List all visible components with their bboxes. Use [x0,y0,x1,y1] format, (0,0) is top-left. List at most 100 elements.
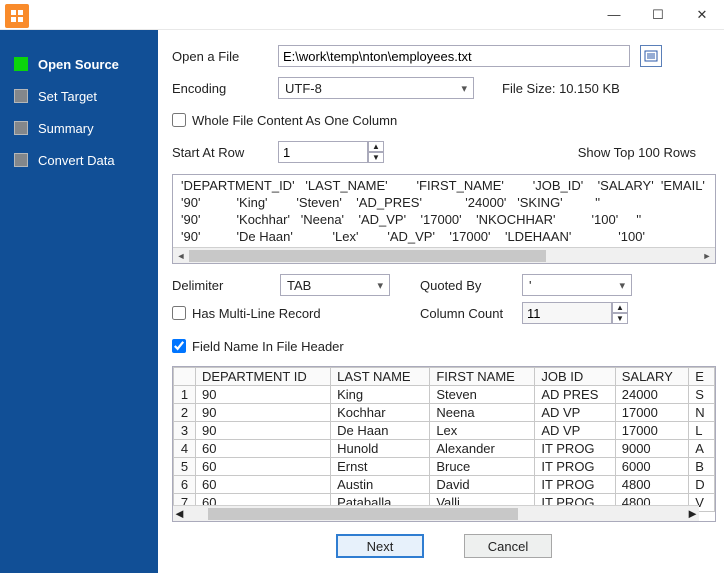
spin-down-button[interactable]: ▼ [368,152,384,163]
column-header[interactable]: JOB ID [535,368,615,386]
step-label: Open Source [38,57,119,72]
table-cell: Neena [430,404,535,422]
table-cell: L [689,422,715,440]
whole-file-label: Whole File Content As One Column [192,113,397,128]
multiline-label: Has Multi-Line Record [192,306,321,321]
open-file-label: Open a File [172,49,268,64]
step-open-source[interactable]: Open Source [0,48,158,80]
step-marker-icon [14,121,28,135]
field-header-label: Field Name In File Header [192,339,344,354]
window-maximize-button[interactable]: ☐ [636,0,680,30]
column-count-label: Column Count [420,306,510,321]
field-header-checkbox-input[interactable] [172,339,186,353]
table-cell: Austin [331,476,430,494]
step-label: Set Target [38,89,97,104]
table-cell: 17000 [615,404,689,422]
table-cell: Alexander [430,440,535,458]
show-top-label: Show Top 100 Rows [578,145,696,160]
encoding-label: Encoding [172,81,268,96]
start-row-label: Start At Row [172,145,268,160]
scroll-left-icon[interactable]: ◄ [173,506,186,521]
table-cell: David [430,476,535,494]
table-row[interactable]: 560ErnstBruceIT PROG6000B [174,458,715,476]
table-cell: 17000 [615,422,689,440]
spin-up-button[interactable]: ▲ [368,141,384,152]
quoted-by-select[interactable]: ' ▾ [522,274,632,296]
spin-down-button[interactable]: ▼ [612,313,628,324]
column-header[interactable]: LAST NAME [331,368,430,386]
next-button[interactable]: Next [336,534,424,558]
scroll-thumb[interactable] [189,250,546,262]
table-cell: Steven [430,386,535,404]
open-file-icon [644,49,658,63]
raw-preview-text: 'DEPARTMENT_ID' 'LAST_NAME' 'FIRST_NAME'… [173,175,715,249]
table-cell: 24000 [615,386,689,404]
column-count-input[interactable] [522,302,612,324]
file-path-input[interactable] [278,45,630,67]
titlebar: — ☐ ✕ [0,0,724,30]
table-cell: 60 [196,440,331,458]
step-summary[interactable]: Summary [0,112,158,144]
spin-up-button[interactable]: ▲ [612,302,628,313]
app-icon [5,4,29,28]
table-cell: 90 [196,404,331,422]
row-number-header [174,368,196,386]
main-panel: Open a File Encoding UTF-8 ▾ File Size: … [158,30,724,573]
table-cell: IT PROG [535,476,615,494]
table-cell: 9000 [615,440,689,458]
scroll-right-icon[interactable]: ► [686,506,699,521]
grid-horizontal-scrollbar[interactable]: ◄ ► [173,505,699,521]
column-count-spinner[interactable]: ▲ ▼ [522,302,628,324]
table-cell: 60 [196,476,331,494]
step-marker-icon [14,89,28,103]
chevron-down-icon: ▾ [461,82,467,95]
step-convert-data[interactable]: Convert Data [0,144,158,176]
table-cell: 6000 [615,458,689,476]
whole-file-checkbox[interactable]: Whole File Content As One Column [172,113,397,128]
scroll-left-icon[interactable]: ◄ [173,248,189,264]
column-header[interactable]: SALARY [615,368,689,386]
column-header[interactable]: E [689,368,715,386]
delimiter-select[interactable]: TAB ▾ [280,274,390,296]
encoding-select[interactable]: UTF-8 ▾ [278,77,474,99]
cancel-button[interactable]: Cancel [464,534,552,558]
scroll-thumb[interactable] [208,508,518,520]
preview-horizontal-scrollbar[interactable]: ◄ ► [173,247,715,263]
table-row[interactable]: 290KochharNeenaAD VP17000N [174,404,715,422]
table-cell: IT PROG [535,440,615,458]
row-number-cell: 2 [174,404,196,422]
raw-preview-box: 'DEPARTMENT_ID' 'LAST_NAME' 'FIRST_NAME'… [172,174,716,264]
table-row[interactable]: 190KingStevenAD PRES24000S [174,386,715,404]
window-minimize-button[interactable]: — [592,0,636,30]
window-close-button[interactable]: ✕ [680,0,724,30]
table-cell: N [689,404,715,422]
multiline-checkbox-input[interactable] [172,306,186,320]
step-set-target[interactable]: Set Target [0,80,158,112]
step-label: Summary [38,121,94,136]
row-number-cell: 4 [174,440,196,458]
column-header[interactable]: FIRST NAME [430,368,535,386]
table-cell: AD VP [535,422,615,440]
table-cell: 90 [196,386,331,404]
table-cell: S [689,386,715,404]
table-row[interactable]: 460HunoldAlexanderIT PROG9000A [174,440,715,458]
table-cell: Bruce [430,458,535,476]
browse-file-button[interactable] [640,45,662,67]
field-header-checkbox[interactable]: Field Name In File Header [172,339,344,354]
table-row[interactable]: 660AustinDavidIT PROG4800D [174,476,715,494]
table-cell: Lex [430,422,535,440]
row-number-cell: 5 [174,458,196,476]
table-cell: AD VP [535,404,615,422]
table-cell: Hunold [331,440,430,458]
step-marker-icon [14,57,28,71]
multiline-checkbox[interactable]: Has Multi-Line Record [172,306,321,321]
start-row-spinner[interactable]: ▲ ▼ [278,141,384,163]
table-cell: B [689,458,715,476]
start-row-input[interactable] [278,141,368,163]
column-header[interactable]: DEPARTMENT ID [196,368,331,386]
table-row[interactable]: 390De HaanLexAD VP17000L [174,422,715,440]
table-cell: A [689,440,715,458]
row-number-cell: 6 [174,476,196,494]
scroll-right-icon[interactable]: ► [699,248,715,264]
whole-file-checkbox-input[interactable] [172,113,186,127]
